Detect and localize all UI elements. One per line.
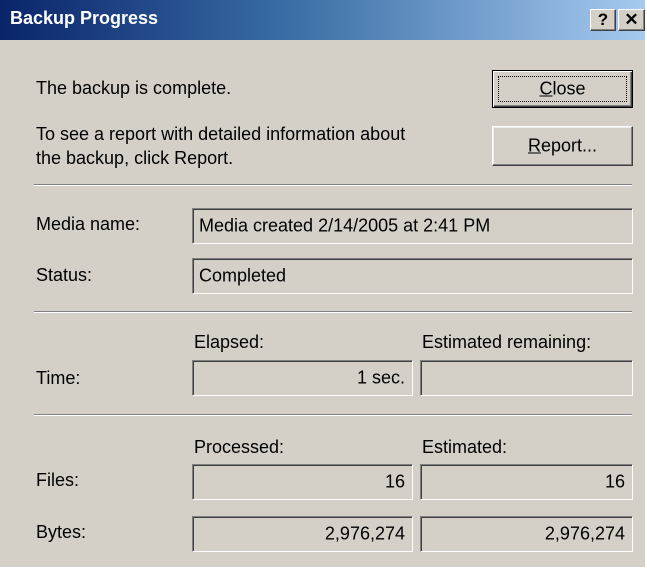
- elapsed-field: 1 sec.: [192, 360, 413, 396]
- processed-header: Processed:: [194, 437, 285, 457]
- media-name-value: Media created 2/14/2005 at 2:41 PM: [199, 215, 491, 236]
- status-label: Status:: [36, 265, 93, 285]
- complete-message: The backup is complete.: [36, 78, 232, 98]
- report-hint-line-2: the backup, click Report.: [36, 148, 234, 168]
- files-estimated-field: 16: [420, 464, 633, 500]
- close-button[interactable]: Close: [492, 70, 633, 108]
- files-estimated-value: 16: [604, 471, 625, 492]
- window-title: Backup Progress: [10, 8, 159, 28]
- files-processed-field: 16: [192, 464, 413, 500]
- bytes-estimated-field: 2,976,274: [420, 516, 633, 552]
- media-name-field: Media created 2/14/2005 at 2:41 PM: [192, 208, 633, 244]
- report-button-label: Report...: [527, 135, 598, 156]
- elapsed-value: 1 sec.: [356, 367, 405, 388]
- estimated-remaining-field: [420, 360, 633, 396]
- estimated-header: Estimated:: [422, 437, 508, 457]
- window-close-button[interactable]: ✕: [618, 9, 645, 31]
- separator: [34, 414, 632, 416]
- close-icon: ✕: [624, 10, 639, 29]
- time-label: Time:: [36, 368, 81, 388]
- files-label: Files:: [36, 470, 80, 490]
- bytes-estimated-value: 2,976,274: [544, 523, 625, 544]
- help-button[interactable]: ?: [590, 9, 616, 31]
- bytes-processed-field: 2,976,274: [192, 516, 413, 552]
- elapsed-header: Elapsed:: [194, 332, 265, 352]
- status-field: Completed: [192, 258, 633, 294]
- files-processed-value: 16: [384, 471, 405, 492]
- separator: [34, 311, 632, 313]
- backup-progress-dialog: Backup Progress ? ✕ The backup is comple…: [0, 0, 647, 567]
- title-bar[interactable]: Backup Progress ? ✕: [0, 0, 645, 40]
- report-hint-line-1: To see a report with detailed informatio…: [36, 124, 406, 144]
- media-name-label: Media name:: [36, 214, 141, 234]
- status-value: Completed: [199, 265, 287, 286]
- separator: [34, 184, 632, 186]
- bytes-processed-value: 2,976,274: [324, 523, 405, 544]
- report-button[interactable]: Report...: [492, 126, 633, 166]
- bytes-label: Bytes:: [36, 522, 87, 542]
- close-button-label: Close: [539, 78, 586, 99]
- help-icon: ?: [597, 10, 609, 29]
- estimated-remaining-header: Estimated remaining:: [422, 332, 592, 352]
